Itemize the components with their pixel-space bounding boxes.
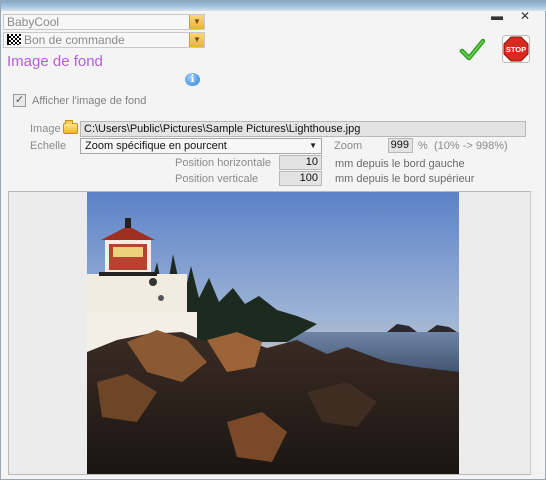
document-combo-value: Bon de commande — [24, 33, 125, 47]
scale-label: Echelle — [30, 140, 67, 152]
document-combo[interactable]: Bon de commande ▼ — [3, 32, 205, 48]
image-label: Image — [30, 123, 61, 135]
pos-v-field[interactable]: 100 — [279, 171, 322, 186]
scale-select-value: Zoom spécifique en pourcent — [85, 140, 227, 152]
scale-select[interactable]: Zoom spécifique en pourcent ▼ — [80, 138, 322, 154]
zoom-unit: % — [418, 140, 428, 152]
image-preview — [8, 191, 540, 475]
checkered-flag-icon — [7, 34, 21, 45]
pos-v-desc: mm depuis le bord supérieur — [335, 173, 475, 185]
settings-window: ▬ ✕ BabyCool ▼ Bon de commande ▼ Image d… — [0, 0, 546, 480]
image-path-field[interactable]: C:\Users\Public\Pictures\Sample Pictures… — [80, 121, 526, 137]
show-image-label: Afficher l'image de fond — [32, 95, 147, 107]
info-icon[interactable]: i — [185, 73, 200, 86]
checkmark-icon[interactable] — [459, 37, 485, 63]
app-combo[interactable]: BabyCool ▼ — [3, 14, 205, 30]
chevron-down-icon[interactable]: ▼ — [189, 15, 204, 29]
filter-funnel-icon[interactable]: ▼ — [189, 33, 204, 47]
stop-label: STOP — [506, 45, 526, 54]
minimize-button[interactable]: ▬ — [489, 9, 505, 23]
close-button[interactable]: ✕ — [517, 9, 533, 23]
preview-scrollbar[interactable] — [530, 191, 540, 475]
zoom-range: (10% -> 998%) — [434, 140, 508, 152]
pos-h-field[interactable]: 10 — [279, 155, 322, 170]
pos-h-desc: mm depuis le bord gauche — [335, 158, 465, 170]
zoom-label: Zoom — [334, 140, 363, 152]
zoom-field[interactable]: 999 — [388, 138, 413, 153]
stop-sign-icon[interactable]: STOP — [501, 34, 531, 64]
folder-icon[interactable] — [63, 120, 78, 134]
app-combo-value: BabyCool — [7, 15, 60, 29]
section-title: Image de fond — [7, 53, 103, 70]
title-bar — [1, 1, 546, 11]
pos-v-label: Position verticale — [175, 173, 259, 185]
show-image-checkbox[interactable]: ✓ — [13, 94, 26, 107]
pos-h-label: Position horizontale — [175, 157, 272, 169]
chevron-down-icon: ▼ — [309, 141, 317, 150]
lighthouse-photo — [87, 192, 459, 474]
